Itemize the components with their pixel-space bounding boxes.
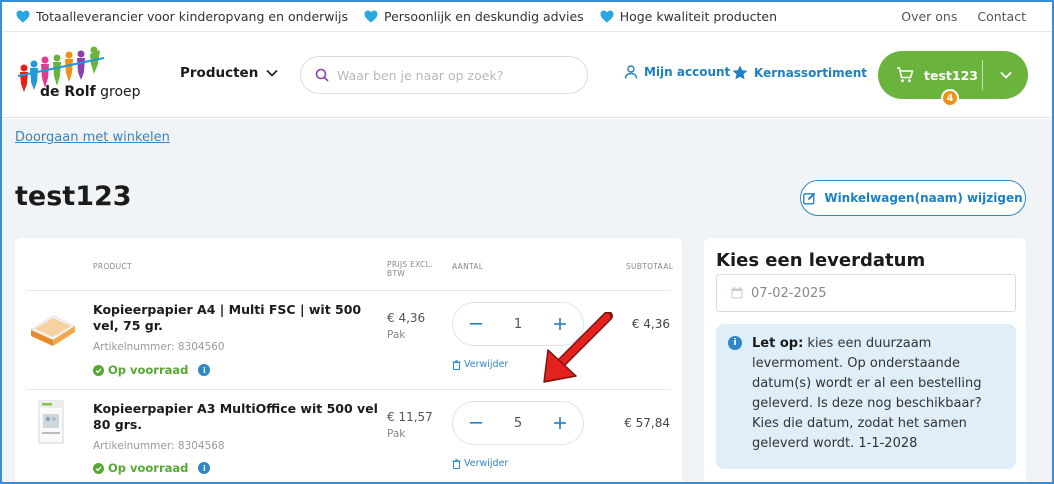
delivery-date-field[interactable]: 07-02-2025 <box>716 274 1016 312</box>
quantity-value[interactable]: 5 <box>514 416 522 431</box>
notice-text: kies een duurzaam levermoment. Op onders… <box>752 336 982 451</box>
usp-item: Persoonlijk en deskundig advies <box>364 9 584 24</box>
heart-icon <box>364 10 378 23</box>
usp-item: Hoge kwaliteit producten <box>600 9 777 24</box>
heart-icon <box>16 10 30 23</box>
delivery-title: Kies een leverdatum <box>716 250 926 271</box>
heart-icon <box>600 10 614 23</box>
increase-button[interactable] <box>551 414 569 432</box>
cart-dropdown-toggle[interactable] <box>983 71 1028 79</box>
product-image-a3-paper[interactable] <box>27 400 79 444</box>
core-assortment-label: Kernassortiment <box>754 65 868 80</box>
usp-text: Totaalleverancier voor kinderopvang en o… <box>36 9 348 24</box>
edit-icon <box>803 192 816 204</box>
quantity-value[interactable]: 1 <box>514 317 522 332</box>
star-icon <box>732 65 748 80</box>
unit-label: Pak <box>387 428 406 440</box>
plus-icon <box>554 417 566 429</box>
user-icon <box>624 65 638 79</box>
remove-label: Verwijder <box>464 359 509 370</box>
unit-price: € 11,57 <box>387 410 433 424</box>
remove-label: Verwijder <box>464 458 509 469</box>
site-header: de Rolf groep Producten Mijn account Ker… <box>2 32 1052 118</box>
top-links: Over ons Contact <box>901 9 1026 24</box>
remove-link[interactable]: Verwijder <box>452 458 508 469</box>
annotation-arrow-icon <box>543 312 613 383</box>
about-link[interactable]: Over ons <box>901 9 957 24</box>
product-image-a4-paper[interactable] <box>27 304 79 348</box>
delivery-date-panel: Kies een leverdatum 07-02-2025 i Let op:… <box>704 238 1026 484</box>
search-icon <box>315 68 329 82</box>
usp-item: Totaalleverancier voor kinderopvang en o… <box>16 9 348 24</box>
decrease-button[interactable] <box>467 315 485 333</box>
info-icon[interactable]: i <box>198 364 211 376</box>
trash-icon <box>452 458 461 469</box>
check-circle-icon <box>93 364 104 376</box>
page-title: test123 <box>15 181 132 212</box>
column-header-price-line2: BTW <box>387 269 406 278</box>
check-circle-icon <box>93 462 104 474</box>
notice-label: Let op: <box>752 336 804 351</box>
logo-wordmark-bold: de Rolf <box>40 84 96 100</box>
my-account-label: Mijn account <box>644 65 731 79</box>
trash-icon <box>452 359 461 370</box>
article-number: Artikelnummer: 8304568 <box>93 440 225 452</box>
column-header-product: PRODUCT <box>93 262 132 271</box>
stock-label: Op voorraad <box>108 461 189 475</box>
usp-text: Persoonlijk en deskundig advies <box>383 9 584 24</box>
my-account-link[interactable]: Mijn account <box>624 65 730 79</box>
usp-bar: Totaalleverancier voor kinderopvang en o… <box>2 2 1052 32</box>
remove-link[interactable]: Verwijder <box>452 359 508 370</box>
product-name[interactable]: Kopieerpapier A3 MultiOffice wit 500 vel… <box>93 401 385 433</box>
logo-wordmark-rest: groep <box>95 84 141 100</box>
edit-cart-name-label: Winkelwagen(naam) wijzigen <box>824 191 1023 205</box>
chevron-down-icon <box>266 69 278 77</box>
column-header-price: PRIJS EXCL. BTW <box>387 260 433 278</box>
stock-label: Op voorraad <box>108 363 189 377</box>
product-name[interactable]: Kopieerpapier A4 | Multi FSC | wit 500 v… <box>93 302 385 334</box>
cart-name: test123 <box>924 67 978 83</box>
logo-wordmark: de Rolf groep <box>40 84 141 100</box>
quantity-stepper[interactable]: 5 <box>452 401 584 445</box>
products-label: Producten <box>180 65 259 81</box>
column-header-subtotal: SUBTOTAAL <box>626 262 674 271</box>
cart-page: Doorgaan met winkelen test123 Winkelwage… <box>2 119 1052 484</box>
info-icon[interactable]: i <box>198 462 211 474</box>
unit-price: € 4,36 <box>387 311 426 325</box>
search-bar[interactable] <box>300 56 588 94</box>
stock-status: Op voorraad i <box>93 363 211 377</box>
column-header-price-line1: PRIJS EXCL. <box>387 260 433 269</box>
unit-label: Pak <box>387 329 406 341</box>
core-assortment-link[interactable]: Kernassortiment <box>732 65 867 80</box>
chevron-down-icon <box>999 71 1012 79</box>
contact-link[interactable]: Contact <box>977 9 1026 24</box>
row-subtotal: € 57,84 <box>624 416 670 430</box>
continue-shopping-link[interactable]: Doorgaan met winkelen <box>15 130 170 145</box>
cart-main[interactable]: test123 <box>878 67 982 83</box>
article-number: Artikelnummer: 8304560 <box>93 341 225 353</box>
minus-icon <box>470 323 482 325</box>
edit-cart-name-button[interactable]: Winkelwagen(naam) wijzigen <box>800 180 1026 216</box>
delivery-date-value: 07-02-2025 <box>751 285 827 301</box>
stock-status: Op voorraad i <box>93 461 211 475</box>
minus-icon <box>470 422 482 424</box>
cart-icon <box>897 67 914 83</box>
calendar-icon <box>731 287 743 299</box>
decrease-button[interactable] <box>467 414 485 432</box>
products-menu[interactable]: Producten <box>180 65 278 81</box>
search-input[interactable] <box>337 67 577 83</box>
column-header-qty: AANTAL <box>452 262 484 271</box>
cart-count-badge: 4 <box>941 89 959 107</box>
row-divider <box>27 290 670 291</box>
delivery-notice: i Let op: kies een duurzaam levermoment.… <box>716 324 1016 469</box>
info-icon: i <box>728 336 742 350</box>
usp-text: Hoge kwaliteit producten <box>619 9 778 24</box>
